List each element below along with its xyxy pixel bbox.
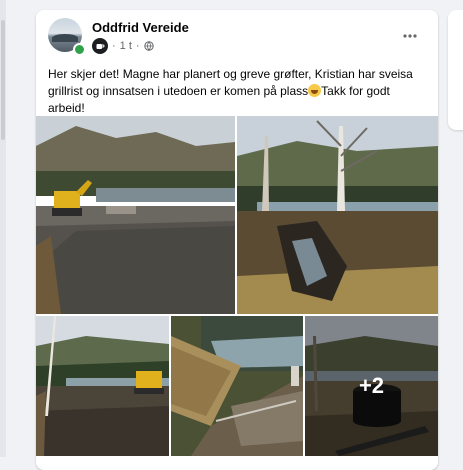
grinning-face-emoji	[308, 84, 322, 97]
coffee-cup-icon[interactable]	[92, 38, 108, 54]
meta-separator-2: ·	[135, 40, 140, 52]
more-photos-overlay[interactable]: +2	[305, 316, 438, 456]
meta-separator: ·	[112, 40, 116, 52]
adjacent-panel	[448, 10, 463, 130]
author-name[interactable]: Oddfrid Vereide	[92, 20, 189, 35]
globe-icon	[143, 41, 154, 51]
more-options-icon[interactable]	[398, 24, 422, 48]
photo-5[interactable]: +2	[305, 316, 438, 456]
post-header: Oddfrid Vereide · 1 t ·	[48, 18, 426, 60]
photo-1[interactable]	[36, 116, 235, 314]
post-meta: · 1 t ·	[92, 38, 154, 54]
photo-3[interactable]	[36, 316, 169, 456]
photo-4[interactable]	[171, 316, 303, 456]
photo-2[interactable]	[237, 116, 438, 314]
online-status-icon	[73, 43, 86, 56]
post-text: Her skjer det! Magne har planert og grev…	[48, 66, 428, 117]
scrollbar-track[interactable]	[0, 0, 6, 457]
post-card: Oddfrid Vereide · 1 t · Her skjer det! M…	[36, 10, 438, 470]
scrollbar-thumb[interactable]	[1, 20, 5, 140]
post-timestamp[interactable]: 1 t	[120, 40, 132, 52]
